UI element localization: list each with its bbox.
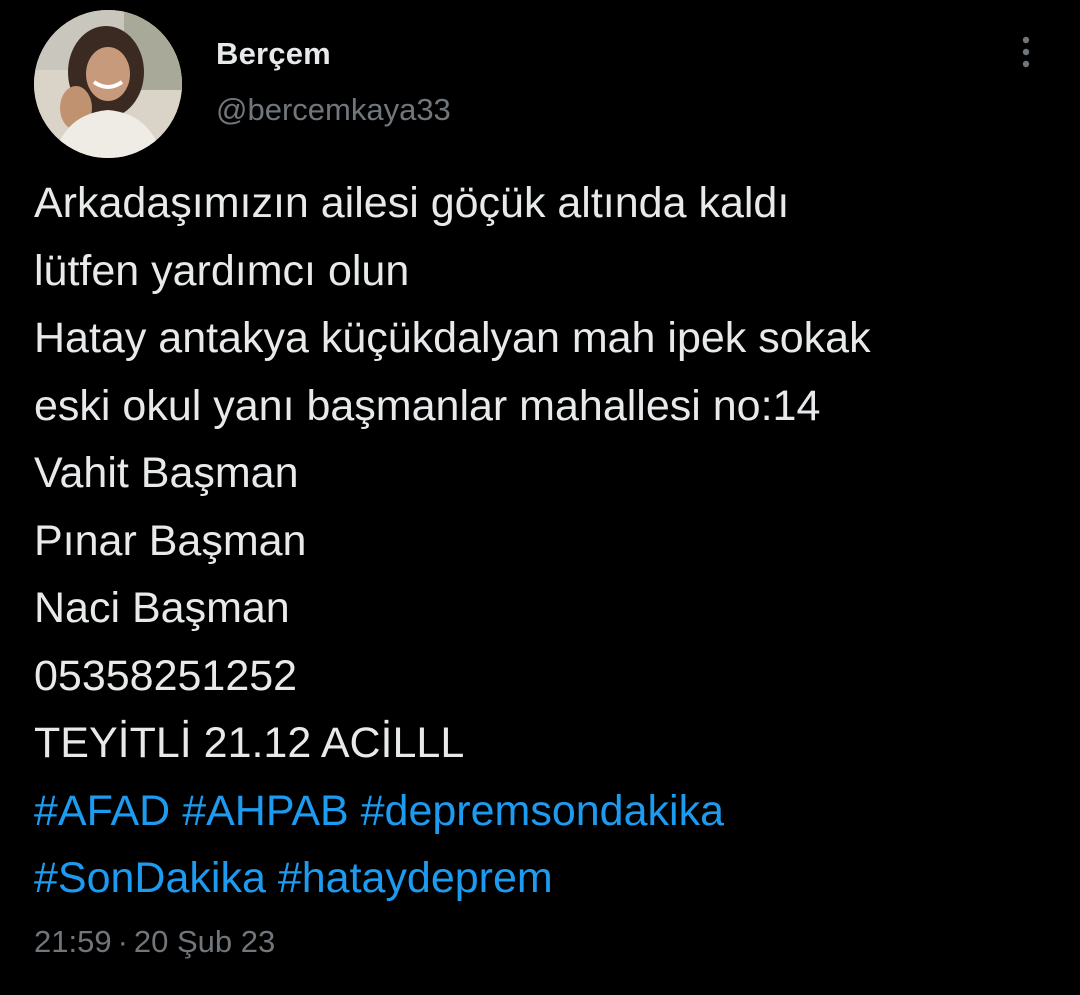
tweet-date: 20 Şub 23 bbox=[133, 924, 276, 959]
tweet-text-line: 05358251252 bbox=[34, 651, 298, 700]
hashtag-hataydeprem[interactable]: #hataydeprem bbox=[278, 854, 553, 902]
tweet-text-line: Pınar Başman bbox=[34, 516, 307, 565]
tweet-text-line: Vahit Başman bbox=[34, 449, 299, 497]
tweet-timestamp[interactable]: 21:59 · 20 Şub 23 bbox=[34, 924, 275, 960]
timestamp-separator: · bbox=[117, 924, 128, 959]
hashtag-line: #AFAD #AHPAB #depremsondakika bbox=[34, 778, 1064, 846]
profile-photo bbox=[34, 10, 182, 158]
tweet-text-line: TEYİTLİ 21.12 ACİLLL bbox=[34, 719, 465, 767]
hashtag-depremsondakika[interactable]: #depremsondakika bbox=[361, 787, 724, 835]
more-options-button[interactable] bbox=[1006, 30, 1046, 74]
tweet-text: Arkadaşımızın ailesi göçük altında kaldı… bbox=[34, 170, 1064, 913]
tweet-text-line: Arkadaşımızın ailesi göçük altında kaldı bbox=[34, 179, 790, 227]
author-handle[interactable]: @bercemkaya33 bbox=[216, 92, 451, 128]
hashtag-afad[interactable]: #AFAD bbox=[34, 787, 170, 835]
tweet-time: 21:59 bbox=[34, 924, 112, 959]
tweet-text-line: Hatay antakya küçükdalyan mah ipek sokak bbox=[34, 314, 871, 362]
hashtag-ahpab[interactable]: #AHPAB bbox=[182, 787, 349, 835]
hashtag-line: #SonDakika #hataydeprem bbox=[34, 845, 1064, 913]
author-display-name[interactable]: Berçem bbox=[216, 36, 331, 72]
avatar[interactable] bbox=[34, 10, 182, 158]
hashtag-sondakika[interactable]: #SonDakika bbox=[34, 854, 266, 902]
tweet-text-line: Naci Başman bbox=[34, 584, 290, 632]
more-options-icon bbox=[1022, 36, 1030, 68]
tweet-text-line: eski okul yanı başmanlar mahallesi no:14 bbox=[34, 381, 821, 430]
tweet-text-line: lütfen yardımcı olun bbox=[34, 246, 410, 295]
